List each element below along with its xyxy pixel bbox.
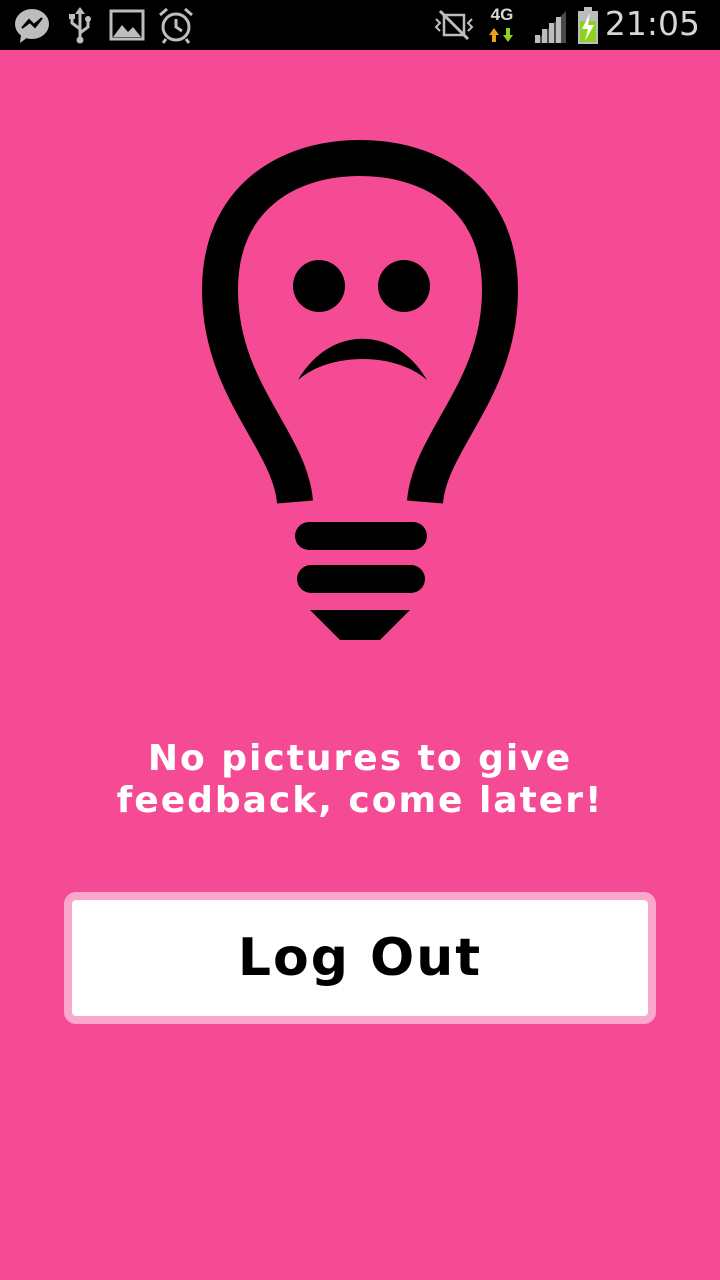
- 4g-data-icon: 4G: [484, 6, 520, 46]
- logout-button-frame: Log Out: [64, 892, 656, 1024]
- network-label: 4G: [490, 5, 514, 24]
- signal-icon: [534, 11, 566, 43]
- empty-state-message: No pictures to give feedback, come later…: [116, 738, 604, 821]
- logout-button[interactable]: Log Out: [72, 900, 648, 1016]
- status-bar: 4G 21:05: [0, 0, 720, 50]
- usb-icon: [69, 7, 91, 44]
- messenger-icon: [15, 9, 49, 43]
- sad-lightbulb-icon: [201, 140, 519, 640]
- alarm-icon: [159, 7, 193, 44]
- gallery-icon: [109, 9, 145, 41]
- status-time: 21:05: [604, 4, 700, 43]
- no-sound-icon: [434, 9, 474, 41]
